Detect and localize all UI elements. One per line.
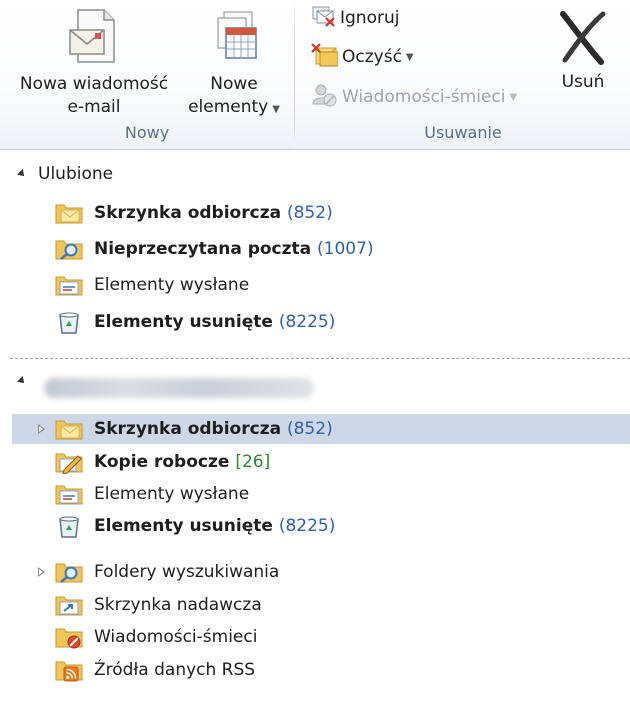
unread-count: (852) [286,419,333,439]
inbox-icon [54,201,84,230]
folder-name: Kopie robocze [26] [94,452,271,472]
folder-name: Nieprzeczytana poczta (1007) [94,239,374,259]
folder-name: Elementy usunięte (8225) [94,312,336,332]
new-items-label-2: elementy [188,97,269,117]
ignore-icon [310,4,338,33]
account-inbox[interactable]: Skrzynka odbiorcza (852) [12,414,630,444]
group-label-delete: Usuwanie [424,123,502,142]
cleanup-button[interactable]: Oczyść ▼ [310,42,414,73]
folder-name: Elementy wysłane [94,275,250,295]
account-header[interactable] [17,376,38,386]
favorite-deleted-items[interactable]: Elementy usunięte (8225) [12,307,630,337]
folder-name: Skrzynka odbiorcza (852) [94,203,333,223]
account-drafts[interactable]: Kopie robocze [26] [12,447,630,477]
dropdown-arrow-icon: ▼ [405,51,414,63]
search-folder-icon [54,560,84,589]
folder-name: Skrzynka nadawcza [94,595,262,615]
account-outbox[interactable]: Skrzynka nadawcza [12,590,630,620]
section-divider [10,358,630,359]
account-search-folders[interactable]: Foldery wyszukiwania [12,557,630,587]
account-rss-feeds[interactable]: Źródła danych RSS [12,655,630,685]
folder-name: Elementy wysłane [94,484,250,504]
junk-label: Wiadomości-śmieci [342,87,506,107]
draft-count: [26] [235,452,271,472]
drafts-pencil-icon [54,450,84,479]
inbox-icon [54,417,84,446]
account-name-blurred [44,378,314,398]
rss-feed-icon [54,658,84,687]
new-items-button[interactable]: Nowe elementy ▼ [182,4,286,121]
folder-name: Wiadomości-śmieci [94,627,258,647]
delete-x-icon [548,6,618,75]
collapse-triangle-icon[interactable] [17,376,27,386]
folder-name: Foldery wyszukiwania [94,562,280,582]
folder-name: Skrzynka odbiorcza (852) [94,419,333,439]
new-email-button[interactable]: Nowa wiadomość e-mail [8,4,180,119]
dropdown-arrow-icon: ▼ [509,91,518,103]
new-items-label-1: Nowe [210,74,258,94]
calendar-icon [182,4,286,73]
cleanup-icon [310,42,339,73]
new-email-label-1: Nowa wiadomość [19,74,169,94]
collapse-triangle-icon[interactable] [17,169,27,179]
unread-count: (1007) [317,239,374,259]
favorites-header[interactable]: Ulubione [17,164,114,184]
account-deleted-items[interactable]: Elementy usunięte (8225) [12,511,630,541]
sent-items-icon [54,273,84,302]
ribbon: Nowa wiadomość e-mail Nowe elementy ▼ Now… [0,0,630,150]
favorite-sent-items[interactable]: Elementy wysłane [12,270,630,300]
search-folder-icon [54,237,84,266]
deleted-items-icon [54,514,84,543]
junk-button[interactable]: Wiadomości-śmieci ▼ [310,84,517,110]
cleanup-label: Oczyść [342,47,402,67]
favorites-title: Ulubione [38,164,114,184]
account-junk-mail[interactable]: Wiadomości-śmieci [12,622,630,652]
folder-name: Źródła danych RSS [94,660,256,680]
expand-triangle-icon[interactable] [38,567,45,577]
ignore-label: Ignoruj [340,8,400,28]
sent-items-icon [54,482,84,511]
junk-folder-icon [54,625,84,654]
dropdown-arrow-icon: ▼ [272,104,280,115]
unread-count: (852) [286,203,333,223]
favorite-unread-mail[interactable]: Nieprzeczytana poczta (1007) [12,234,630,264]
unread-count: (8225) [278,312,336,332]
favorite-inbox[interactable]: Skrzynka odbiorcza (852) [12,198,630,228]
outbox-icon [54,593,84,622]
deleted-items-icon [54,310,84,339]
group-label-new: Nowy [124,123,170,142]
expand-triangle-icon[interactable] [38,424,45,434]
folder-name: Elementy usunięte (8225) [94,516,336,536]
ignore-button[interactable]: Ignoruj [310,5,399,31]
new-email-label-2: e-mail [67,97,121,117]
delete-button[interactable]: Usuń [548,6,618,94]
group-separator [294,0,295,148]
junk-person-icon [310,82,338,113]
unread-count: (8225) [278,516,336,536]
new-email-icon [8,4,180,73]
account-sent-items[interactable]: Elementy wysłane [12,479,630,509]
